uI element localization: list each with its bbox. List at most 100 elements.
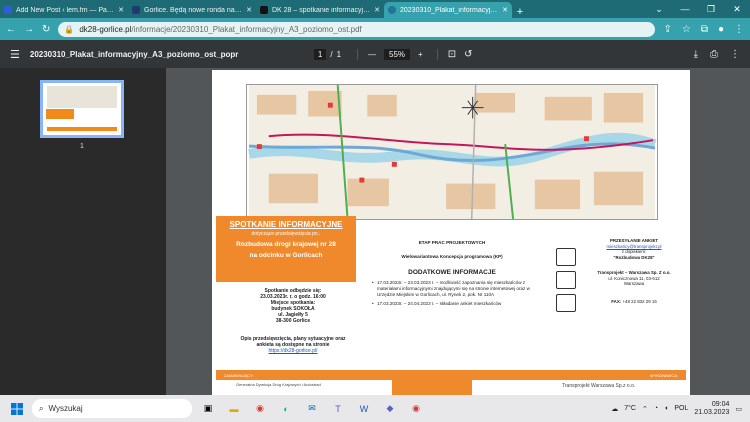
- weather-temp[interactable]: 7°C: [624, 405, 636, 412]
- project-stage-info: ETAP PRAC PROJEKTOWYCH Wielowariantowa K…: [372, 240, 532, 310]
- fax-label: FAX:: [611, 298, 622, 304]
- forward-icon[interactable]: →: [24, 24, 34, 35]
- email-icon: [556, 248, 576, 266]
- route-map: [246, 84, 658, 220]
- start-button[interactable]: [6, 395, 28, 422]
- close-tab-icon[interactable]: ✕: [374, 6, 380, 14]
- mail-icon[interactable]: ✉: [302, 399, 322, 419]
- tray-chevron-icon[interactable]: ⌃: [642, 405, 648, 413]
- fit-page-icon[interactable]: ⊡: [436, 48, 456, 60]
- footer-center-note: [392, 370, 472, 395]
- url-path: /informacje/20230310_Plakat_informacyjny…: [131, 24, 362, 34]
- volume-icon[interactable]: ◖: [664, 405, 668, 412]
- meeting-subheading: dotyczące przedsięwzięcia pn.:: [251, 231, 321, 237]
- reload-icon[interactable]: ↻: [42, 24, 50, 35]
- tab-search-icon[interactable]: ⌄: [646, 4, 672, 15]
- mail-envelope-icon: [556, 271, 576, 289]
- edge-icon[interactable]: ◐: [276, 399, 296, 419]
- print-icon[interactable]: ⎙: [710, 49, 718, 60]
- page-separator: /: [330, 49, 333, 59]
- pdf-viewer[interactable]: SPOTKANIE INFORMACYJNE dotyczące przedsi…: [166, 68, 750, 395]
- search-placeholder: Wyszukaj: [48, 404, 83, 413]
- window-controls: ⌄ — ❐ ✕: [646, 0, 750, 18]
- firm-city: Warszawa: [623, 281, 645, 286]
- search-icon: ⌕: [39, 403, 44, 413]
- back-icon[interactable]: ←: [6, 24, 16, 35]
- zoom-in-button[interactable]: +: [418, 50, 423, 59]
- contractor-logo: Transprojekt Warszawa Sp.z o.o.: [562, 383, 636, 389]
- clock-time: 09:04: [711, 400, 730, 408]
- info-item: 17.03.2023r. – 24.04.2023 r. – składanie…: [372, 301, 532, 307]
- zoom-out-button[interactable]: —: [368, 50, 376, 59]
- app-icon[interactable]: ◆: [380, 399, 400, 419]
- tab-plakat-pdf[interactable]: 20230310_Plakat_informacyjny_A ✕: [384, 2, 512, 18]
- email-link[interactable]: mieszkańcy@transprojekt.pl: [607, 244, 662, 249]
- address-bar[interactable]: 🔒 dk28-gorlice.pl/informacje/20230310_Pl…: [58, 21, 656, 37]
- bookmark-star-icon[interactable]: ☆: [682, 24, 691, 35]
- browser-toolbar: ← → ↻ 🔒 dk28-gorlice.pl/informacje/20230…: [0, 18, 750, 40]
- info-item: 17.03.2023r. – 23.03.2023 r. – możliwość…: [372, 280, 532, 298]
- download-icon[interactable]: ⤓: [694, 49, 698, 60]
- taskbar-search[interactable]: ⌕ Wyszukaj: [32, 399, 192, 418]
- rotate-icon[interactable]: ↺: [464, 49, 472, 60]
- clock[interactable]: 09:04 21.03.2023: [694, 401, 729, 417]
- pdf-toolbar: ☰ 20230310_Plakat_informacyjny_A3_poziom…: [0, 40, 750, 68]
- network-icon[interactable]: ◔: [654, 405, 658, 412]
- favicon-icon: [260, 6, 268, 14]
- page-indicator: 1 / 1: [313, 48, 342, 60]
- word-icon[interactable]: W: [354, 399, 374, 419]
- favicon-icon: [132, 6, 140, 14]
- maximize-button[interactable]: ❐: [698, 4, 724, 15]
- pdf-page: SPOTKANIE INFORMACYJNE dotyczące przedsi…: [212, 70, 690, 395]
- hamburger-menu-icon[interactable]: ☰: [10, 48, 20, 61]
- where-city: 38-300 Gorlice: [275, 318, 311, 324]
- meeting-heading: SPOTKANIE INFORMACYJNE: [229, 220, 343, 229]
- windows-logo-icon: [11, 402, 23, 415]
- chrome-active-icon[interactable]: ◉: [406, 399, 426, 419]
- lock-icon[interactable]: 🔒: [64, 25, 74, 34]
- favicon-icon: [388, 6, 396, 14]
- url-host: dk28-gorlice.pl: [79, 24, 132, 34]
- description-note: Opis przedsięwzięcia, plany sytuacyjne o…: [240, 336, 346, 348]
- tab-add-new-post[interactable]: Add New Post ‹ lem.fm — Ралейс ✕: [0, 2, 128, 18]
- page-total: 1: [336, 49, 342, 59]
- tab-dk28-spotkanie[interactable]: DK 28 – spotkanie informacyjne ✕: [256, 2, 384, 18]
- minimize-button[interactable]: —: [672, 4, 698, 14]
- notifications-icon[interactable]: ▭: [735, 405, 742, 413]
- chrome-icon[interactable]: ◉: [250, 399, 270, 419]
- tab-title: Gorlice. Będą nowe ronda na DK: [144, 6, 243, 14]
- favicon-icon: [4, 6, 12, 14]
- close-window-button[interactable]: ✕: [724, 4, 750, 15]
- close-tab-icon[interactable]: ✕: [118, 6, 124, 14]
- profile-icon[interactable]: ●: [718, 24, 724, 35]
- windows-taskbar: ⌕ Wyszukaj ▣ ▬ ◉ ◐ ✉ T W ◆ ◉ ☁ 7°C ⌃ ◔ ◖…: [0, 395, 750, 422]
- file-explorer-icon[interactable]: ▬: [224, 399, 244, 419]
- zoom-controls: — 55% +: [357, 48, 423, 60]
- extensions-icon[interactable]: ⧉: [701, 24, 708, 35]
- website-link[interactable]: https://dk28-gorlice.pl/: [269, 348, 318, 354]
- task-view-icon[interactable]: ▣: [198, 399, 218, 419]
- additional-info-heading: DODATKOWE INFORMACJE: [408, 269, 496, 276]
- page-current-input[interactable]: 1: [313, 48, 327, 60]
- new-tab-button[interactable]: +: [512, 6, 528, 18]
- weather-icon[interactable]: ☁: [611, 405, 618, 413]
- stage-heading: ETAP PRAC PROJEKTOWYCH: [418, 240, 486, 245]
- tab-title: 20230310_Plakat_informacyjny_A: [400, 6, 499, 14]
- language-indicator[interactable]: POL: [674, 405, 688, 412]
- close-tab-icon[interactable]: ✕: [502, 6, 508, 14]
- concept-name: Wielowariantowa Koncepcja programowa (KP…: [401, 254, 503, 259]
- share-icon[interactable]: ⇪: [663, 24, 671, 35]
- zoom-value[interactable]: 55%: [384, 48, 411, 60]
- tab-gorlice-ronda[interactable]: Gorlice. Będą nowe ronda na DK ✕: [128, 2, 256, 18]
- teams-icon[interactable]: T: [328, 399, 348, 419]
- page-thumbnail[interactable]: [40, 80, 124, 138]
- project-title-1: Rozbudowa drogi krajowej nr 28: [236, 241, 336, 248]
- contractor-label: WYKONAWCA:: [649, 372, 678, 378]
- fax-number: +48 22 832 29 15: [622, 298, 657, 304]
- contact-icons: [556, 248, 576, 312]
- browser-tab-strip: Add New Post ‹ lem.fm — Ралейс ✕ Gorlice…: [0, 0, 750, 18]
- meeting-banner: SPOTKANIE INFORMACYJNE dotyczące przedsi…: [216, 216, 356, 282]
- more-options-icon[interactable]: ⋮: [730, 49, 740, 60]
- close-tab-icon[interactable]: ✕: [246, 6, 252, 14]
- menu-kebab-icon[interactable]: ⋮: [734, 24, 744, 35]
